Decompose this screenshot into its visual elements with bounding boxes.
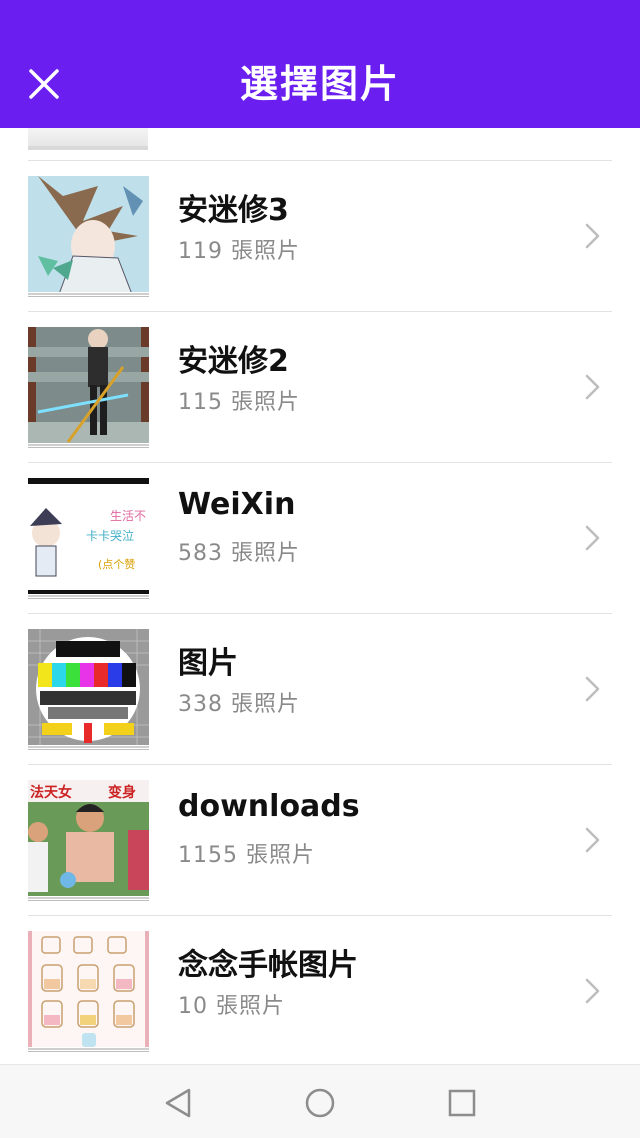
- album-thumbnail: [28, 931, 149, 1052]
- back-button[interactable]: [158, 1083, 198, 1123]
- album-name: 图片: [178, 646, 238, 681]
- album-name: downloads: [178, 789, 360, 824]
- home-circle-icon: [305, 1088, 335, 1118]
- svg-text:卡卡哭泣: 卡卡哭泣: [86, 528, 134, 543]
- album-photo-count: 119 張照片: [178, 239, 300, 264]
- album-photo-count: 10 張照片: [178, 994, 285, 1019]
- album-row[interactable]: 图片 338 張照片: [28, 614, 612, 765]
- svg-text:变身: 变身: [108, 784, 136, 801]
- album-thumbnail: [28, 327, 149, 448]
- system-nav-bar: [0, 1064, 640, 1138]
- album-thumbnail: 法天女 变身: [28, 780, 149, 901]
- album-photo-count: 583 張照片: [178, 541, 300, 566]
- album-row[interactable]: 安迷修2 115 張照片: [28, 312, 612, 463]
- page-title: 選擇图片: [239, 62, 400, 106]
- chevron-right-icon: [585, 374, 600, 400]
- album-thumbnail: [28, 629, 149, 750]
- album-photo-count: 1155 張照片: [178, 843, 315, 868]
- album-photo-count: 115 張照片: [178, 390, 300, 415]
- album-row[interactable]: 法天女 变身 downloads 1155 張照片: [28, 765, 612, 916]
- album-thumbnail: [28, 176, 149, 297]
- svg-text:(点个赞: (点个赞: [98, 558, 135, 571]
- recents-button[interactable]: [442, 1083, 482, 1123]
- album-row[interactable]: 生活不 卡卡哭泣 (点个赞 WeiXin 583 張照片: [28, 463, 612, 614]
- album-name: 念念手帐图片: [178, 948, 358, 983]
- album-row[interactable]: 念念手帐图片 10 張照片: [28, 916, 612, 1064]
- chevron-right-icon: [585, 676, 600, 702]
- album-name: 安迷修2: [178, 344, 289, 379]
- album-name: WeiXin: [178, 487, 296, 522]
- svg-text:法天女: 法天女: [30, 784, 72, 801]
- chevron-right-icon: [585, 223, 600, 249]
- chevron-right-icon: [585, 978, 600, 1004]
- app-bar: 選擇图片: [0, 0, 640, 128]
- home-button[interactable]: [300, 1083, 340, 1123]
- svg-text:生活不: 生活不: [110, 509, 146, 523]
- album-thumbnail: [28, 128, 148, 150]
- album-name: 安迷修3: [178, 193, 289, 228]
- album-photo-count: 338 張照片: [178, 692, 300, 717]
- list-item-partial[interactable]: [28, 128, 612, 161]
- back-triangle-icon: [165, 1088, 191, 1118]
- album-row[interactable]: 安迷修3 119 張照片: [28, 161, 612, 312]
- chevron-right-icon: [585, 827, 600, 853]
- album-thumbnail: 生活不 卡卡哭泣 (点个赞: [28, 478, 149, 599]
- chevron-right-icon: [585, 525, 600, 551]
- recents-square-icon: [448, 1089, 476, 1117]
- album-list[interactable]: 安迷修3 119 張照片 安迷修2 115 張照片 生活不 卡卡哭泣 (点个赞 …: [0, 128, 640, 1064]
